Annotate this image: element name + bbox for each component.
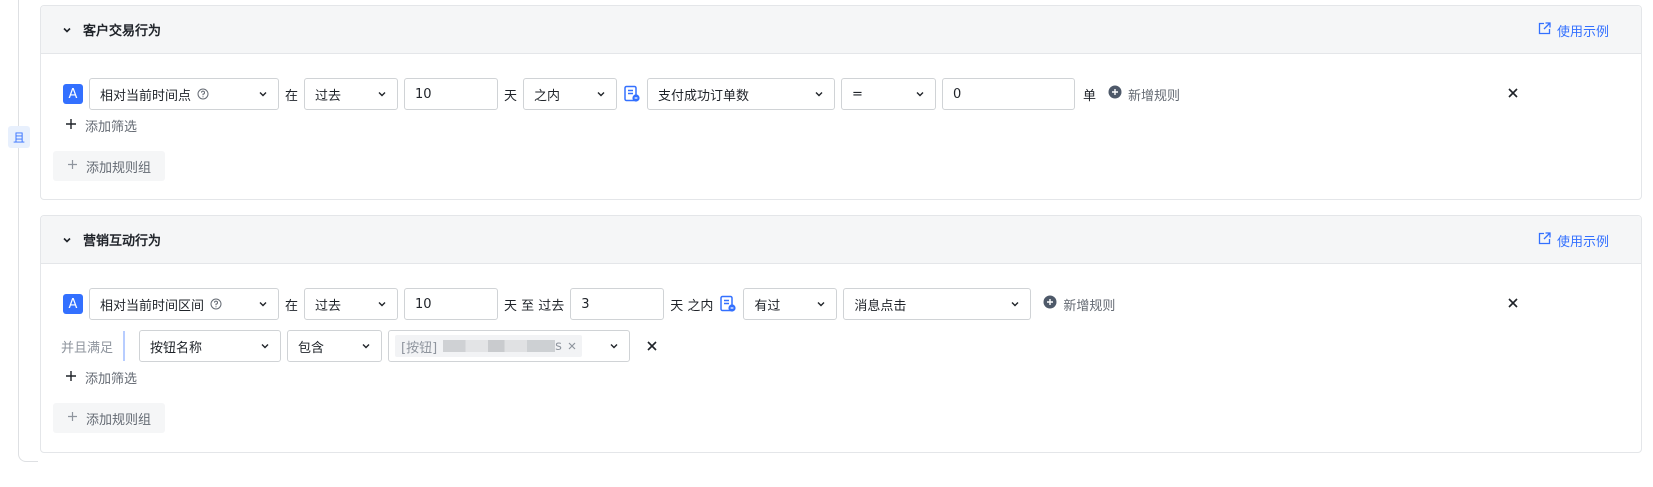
range-connector-text: 天 至 过去 [504, 298, 565, 314]
contains-operator-value: 包含 [298, 340, 325, 356]
question-circle-icon[interactable] [197, 88, 209, 100]
period-select[interactable]: 过去 [304, 288, 399, 320]
value-input[interactable]: 0 [942, 78, 1076, 110]
range-suffix-text: 天 之内 [670, 298, 714, 314]
add-rule-group-button[interactable]: 添加规则组 [53, 151, 166, 181]
tag-prefix: [按钮] [401, 340, 438, 356]
document-tag-icon[interactable] [719, 295, 737, 313]
chevron-down-icon [596, 88, 606, 103]
chevron-down-icon [258, 88, 268, 103]
days-to-input[interactable]: 3 [570, 288, 665, 320]
rule-row: A 相对当前时间点 在 过去 10 天 之内 支付成功订单数 = 0 单 新增规… [63, 78, 1180, 110]
field-select[interactable]: 按钮名称 [139, 330, 282, 362]
chevron-down-icon[interactable] [59, 232, 75, 248]
close-icon[interactable] [568, 339, 576, 354]
chevron-down-icon [816, 298, 826, 313]
plus-icon [65, 118, 77, 134]
metric-select[interactable]: 支付成功订单数 [647, 78, 836, 110]
chevron-down-icon [377, 298, 387, 313]
plus-circle-icon [1043, 295, 1057, 313]
time-type-select[interactable]: 相对当前时间点 [89, 78, 279, 110]
rule-badge: A [63, 84, 83, 104]
close-icon[interactable] [646, 340, 658, 352]
sub-condition-row: 并且满足 按钮名称 包含 [按钮] s [61, 330, 658, 362]
chevron-down-icon [260, 340, 270, 355]
usage-example-link[interactable]: 使用示例 [1538, 231, 1609, 250]
add-filter-button[interactable]: 添加筛选 [65, 368, 137, 387]
unit-text: 天 [504, 88, 518, 104]
period-value: 过去 [315, 298, 342, 314]
prefix-text: 在 [285, 88, 299, 104]
rule-group-customer-transaction: 客户交易行为 使用示例 A 相对当前时间点 在 过去 10 天 之内 支付成功订… [40, 5, 1642, 200]
period-value: 过去 [315, 88, 342, 104]
behavior-select[interactable]: 有过 [743, 288, 838, 320]
add-rule-button[interactable]: 新增规则 [1043, 295, 1115, 314]
chevron-down-icon [361, 340, 371, 355]
behavior-value: 有过 [754, 298, 781, 314]
plus-icon [67, 411, 78, 426]
chevron-down-icon [609, 340, 619, 355]
usage-example-link[interactable]: 使用示例 [1538, 21, 1609, 40]
add-filter-button[interactable]: 添加筛选 [65, 116, 137, 135]
range-select[interactable]: 之内 [523, 78, 618, 110]
group-title: 客户交易行为 [83, 24, 162, 39]
chevron-down-icon[interactable] [59, 22, 75, 38]
plus-circle-icon [1108, 85, 1122, 103]
value-unit-text: 单 [1083, 88, 1097, 104]
plus-icon [67, 159, 78, 174]
add-rule-label: 新增规则 [1128, 88, 1181, 104]
add-rule-group-label: 添加规则组 [86, 160, 152, 176]
group-title: 营销互动行为 [83, 234, 162, 249]
close-icon[interactable] [1507, 87, 1519, 103]
sub-condition-bar [123, 331, 126, 361]
prefix-text: 在 [285, 298, 299, 314]
tag-suffix: s [555, 338, 562, 354]
rule-badge: A [63, 294, 83, 314]
add-rule-button[interactable]: 新增规则 [1108, 85, 1180, 104]
rule-row: A 相对当前时间区间 在 过去 10 天 至 过去 3 天 之内 有过 消息点击 [63, 288, 1115, 320]
operator-select[interactable]: = [841, 78, 937, 110]
chevron-down-icon [258, 298, 268, 313]
days-from-input[interactable]: 10 [404, 288, 499, 320]
document-tag-icon[interactable] [623, 85, 641, 103]
tag-redacted-text: s [443, 339, 562, 354]
chevron-down-icon [814, 88, 824, 103]
close-icon[interactable] [1507, 297, 1519, 313]
usage-example-label: 使用示例 [1556, 25, 1609, 40]
days-input[interactable]: 10 [404, 78, 499, 110]
metric-value: 支付成功订单数 [658, 88, 750, 104]
external-link-icon [1538, 232, 1551, 249]
rule-group-marketing-interaction: 营销互动行为 使用示例 A 相对当前时间区间 在 过去 10 天 至 过去 3 … [40, 215, 1642, 453]
time-type-value: 相对当前时间点 [100, 88, 192, 104]
external-link-icon [1538, 22, 1551, 39]
add-rule-label: 新增规则 [1063, 298, 1116, 314]
contains-operator-select[interactable]: 包含 [287, 330, 383, 362]
add-filter-label: 添加筛选 [85, 372, 138, 387]
operator-value: = [852, 86, 863, 102]
chevron-down-icon [915, 88, 925, 103]
logic-connector-line [18, 0, 38, 462]
event-select[interactable]: 消息点击 [843, 288, 1032, 320]
chevron-down-icon [1010, 298, 1020, 313]
chevron-down-icon [377, 88, 387, 103]
time-type-value: 相对当前时间区间 [100, 298, 205, 314]
add-rule-group-label: 添加规则组 [86, 412, 152, 428]
selected-tag: [按钮] s [395, 335, 582, 357]
logic-and-toggle[interactable]: 且 [8, 126, 30, 148]
add-filter-label: 添加筛选 [85, 120, 138, 135]
range-value: 之内 [534, 88, 561, 104]
redacted-block [443, 340, 556, 352]
sub-condition-label: 并且满足 [61, 340, 114, 356]
plus-icon [65, 370, 77, 386]
button-value-multiselect[interactable]: [按钮] s [388, 330, 631, 362]
question-circle-icon[interactable] [210, 298, 222, 310]
event-value: 消息点击 [854, 298, 907, 314]
time-type-select[interactable]: 相对当前时间区间 [89, 288, 279, 320]
group-header: 客户交易行为 使用示例 [41, 6, 1641, 54]
add-rule-group-button[interactable]: 添加规则组 [53, 403, 166, 433]
usage-example-label: 使用示例 [1556, 235, 1609, 250]
period-select[interactable]: 过去 [304, 78, 399, 110]
group-header: 营销互动行为 使用示例 [41, 216, 1641, 264]
field-value: 按钮名称 [150, 340, 203, 356]
